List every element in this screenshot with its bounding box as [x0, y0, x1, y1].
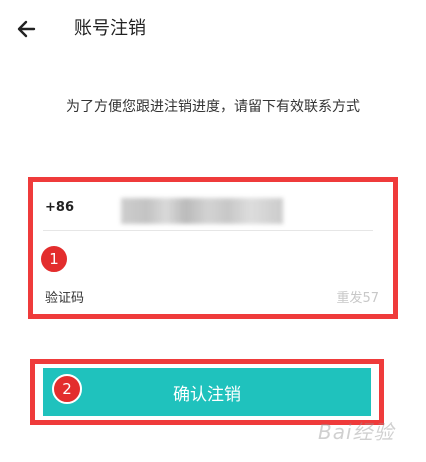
verification-code-input[interactable]: 验证码 — [45, 287, 84, 306]
phone-number-input[interactable] — [121, 198, 283, 224]
confirm-cancel-account-button[interactable]: 确认注销 — [43, 368, 371, 416]
divider — [43, 230, 373, 231]
back-button[interactable] — [14, 14, 42, 44]
country-code[interactable]: +86 — [45, 200, 74, 215]
watermark: Bai经验 — [318, 420, 395, 444]
arrow-left-icon — [17, 20, 36, 38]
contact-form: +86 1 验证码 重发57 — [28, 177, 398, 319]
contact-hint: 为了方便您跟进注销进度，请留下有效联系方式 — [66, 99, 360, 115]
annotation-badge-1: 1 — [39, 244, 69, 274]
page-title: 账号注销 — [74, 18, 146, 39]
resend-button[interactable]: 重发57 — [336, 287, 379, 306]
header: 账号注销 — [0, 0, 426, 60]
annotation-badge-2: 2 — [52, 374, 82, 404]
